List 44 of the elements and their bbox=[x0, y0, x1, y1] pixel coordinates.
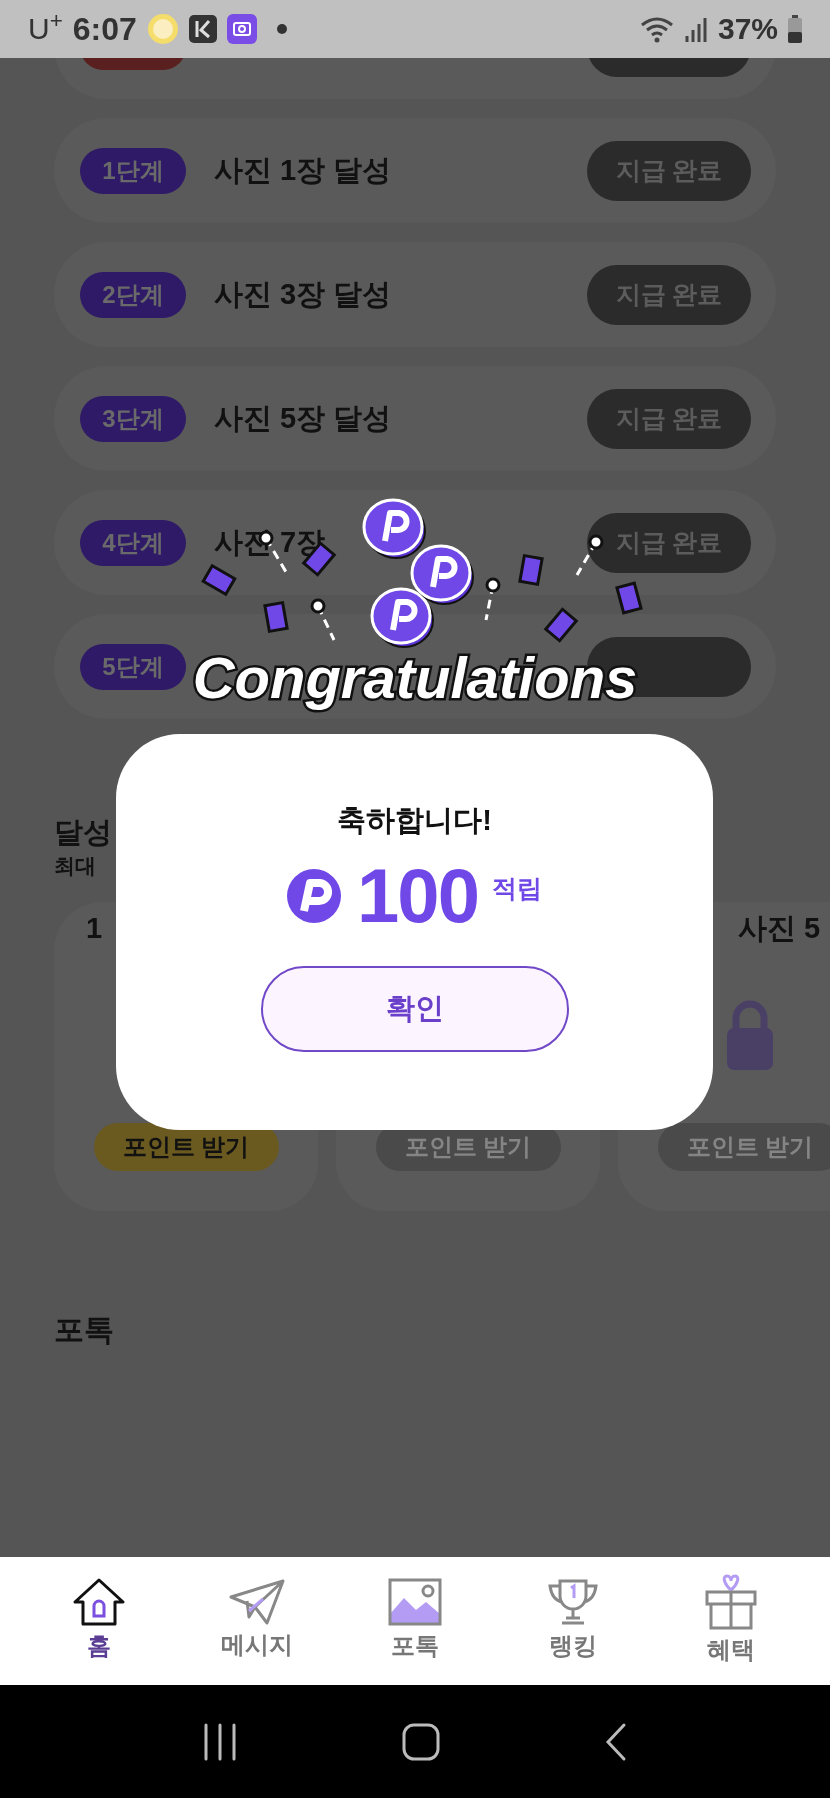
app-icon bbox=[188, 15, 217, 43]
step-badge: 2단계 bbox=[80, 271, 186, 318]
mission-title: 사진 5장 달성 bbox=[214, 400, 393, 436]
confirm-button[interactable]: 확인 bbox=[260, 966, 569, 1052]
reward-title: 사진 5 bbox=[738, 912, 821, 944]
step-badge: 5단계 bbox=[80, 643, 186, 690]
battery-percent-text: 37% bbox=[717, 14, 778, 44]
home-icon[interactable] bbox=[402, 1722, 440, 1761]
earned-label: 적립 bbox=[491, 873, 542, 905]
battery-icon bbox=[788, 15, 802, 43]
step-badge: 1단계 bbox=[80, 147, 186, 194]
back-icon[interactable] bbox=[604, 1721, 628, 1762]
house-icon bbox=[72, 1578, 126, 1626]
recent-apps-icon[interactable] bbox=[202, 1721, 238, 1762]
step-badge: 3단계 bbox=[80, 395, 186, 442]
tab-bar-item[interactable]: 홈 bbox=[44, 1578, 154, 1664]
mission-title: 사진 1장 달성 bbox=[214, 152, 393, 188]
section-subtitle: 최대 bbox=[54, 853, 96, 879]
section-title: 달성 bbox=[54, 815, 112, 850]
sun-icon bbox=[146, 13, 179, 45]
mission-title: 사진 3장 달성 bbox=[214, 276, 393, 312]
paper-plane-icon bbox=[229, 1579, 285, 1625]
camera-app-icon bbox=[226, 14, 257, 44]
dialog-title: 축하합니다! bbox=[337, 803, 492, 838]
get-points-button[interactable]: 포인트 받기 bbox=[93, 1123, 279, 1171]
tab-bar-item[interactable]: 메시지 bbox=[202, 1579, 312, 1663]
point-amount: 100 bbox=[357, 858, 478, 934]
reward-title: 1 bbox=[86, 912, 103, 944]
trophy-icon bbox=[546, 1578, 600, 1626]
gift-icon bbox=[704, 1574, 758, 1630]
notification-dot-icon bbox=[276, 24, 287, 34]
section-title: 포톡 bbox=[54, 1312, 115, 1348]
picture-icon bbox=[388, 1578, 442, 1626]
tab-bar-item[interactable]: 혜택 bbox=[676, 1574, 786, 1668]
point-coin-icon bbox=[287, 869, 342, 923]
carrier-text: U$^{+}$ bbox=[28, 14, 63, 44]
signal-icon bbox=[683, 16, 708, 42]
tab-bar-item[interactable]: 포톡 bbox=[360, 1578, 470, 1664]
wifi-icon bbox=[639, 15, 674, 43]
clock-text: 6:07 bbox=[72, 13, 137, 45]
congratulations-text: Congratulations bbox=[192, 644, 638, 712]
tab-bar-item[interactable]: 랭킹 bbox=[518, 1578, 628, 1664]
get-points-button[interactable]: 포인트 받기 bbox=[657, 1123, 830, 1171]
step-badge: 4단계 bbox=[80, 519, 186, 566]
